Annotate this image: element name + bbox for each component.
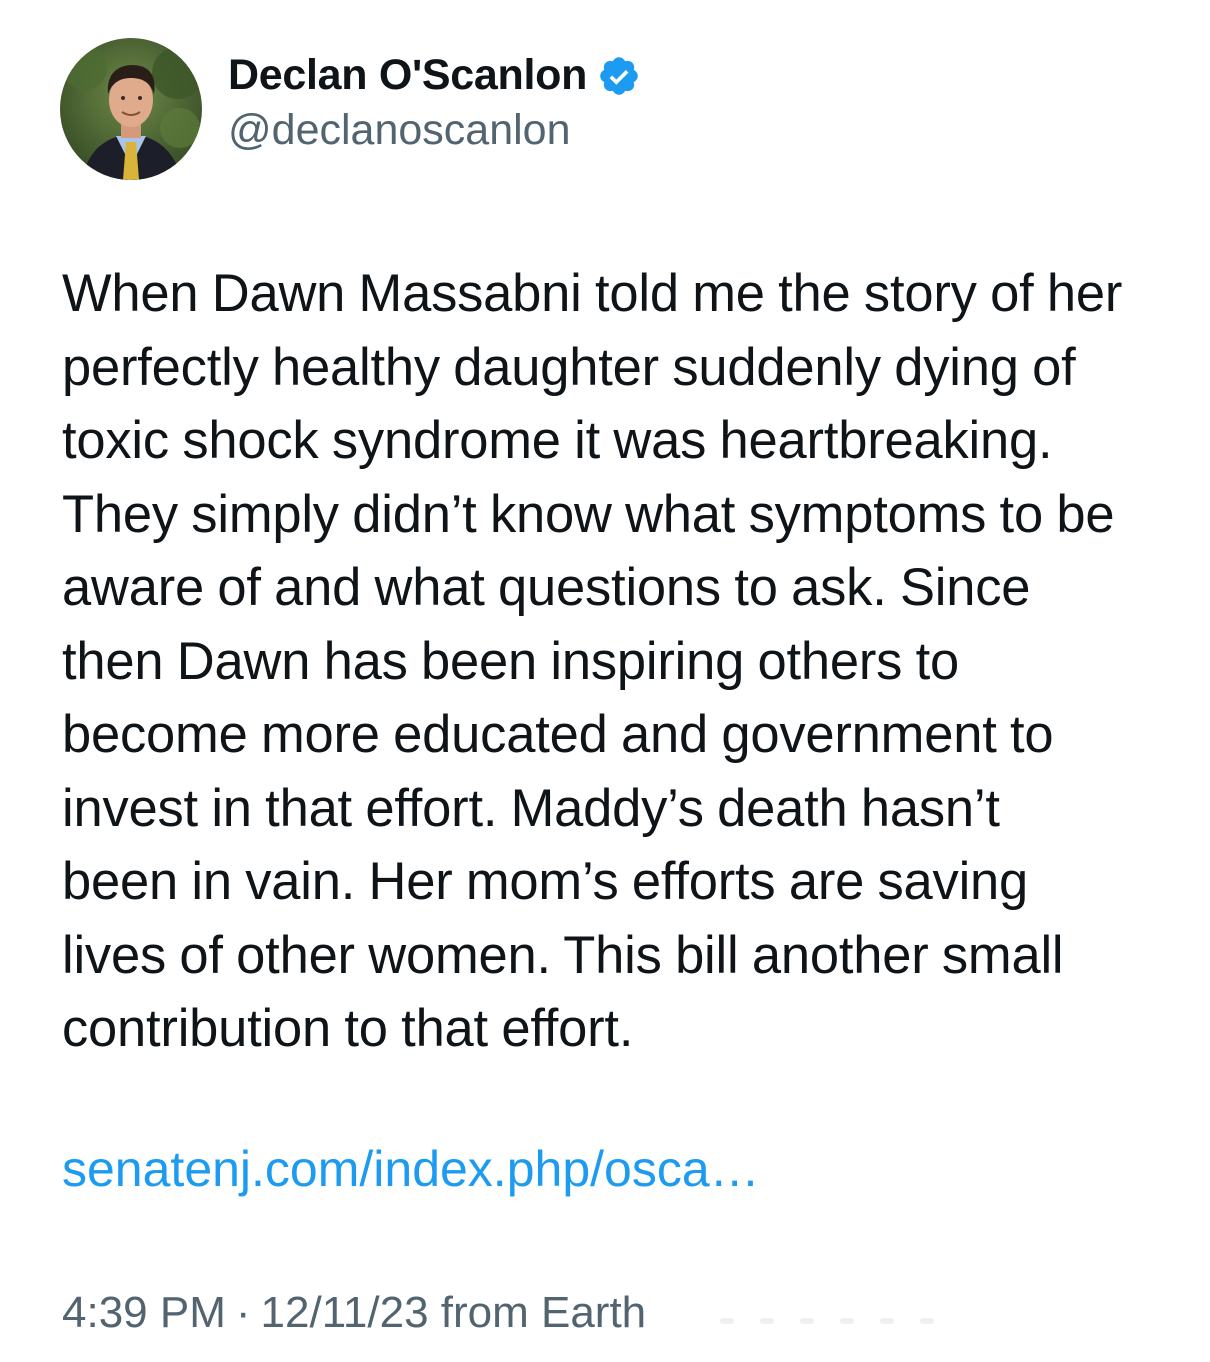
faint-mark xyxy=(840,1318,854,1324)
tweet-date-source[interactable]: 12/11/23 from Earth xyxy=(261,1288,647,1337)
tweet-text-line: perfectly healthy daughter suddenly dyin… xyxy=(62,337,1076,397)
meta-separator: · xyxy=(235,1288,251,1337)
tweet-text-line: then Dawn has been inspiring others to xyxy=(62,631,959,691)
faint-mark xyxy=(920,1318,934,1324)
tweet-text-line: invest in that effort. Maddy’s death has… xyxy=(62,778,1000,838)
tweet-text: When Dawn Massabni told me the story of … xyxy=(62,257,1192,1066)
faint-artifact xyxy=(720,1318,934,1324)
tweet-text-line: been in vain. Her mom’s efforts are savi… xyxy=(62,852,1029,911)
tweet-text-line: contribution to that effort. xyxy=(62,999,634,1058)
tweet-text-line: toxic shock syndrome it was heartbreakin… xyxy=(62,411,1053,470)
author-display-name[interactable]: Declan O'Scanlon xyxy=(228,51,587,100)
faint-mark xyxy=(800,1318,814,1324)
tweet-text-line: aware of and what questions to ask. Sinc… xyxy=(62,558,1031,617)
tweet-link[interactable]: senatenj.com/index.php/osca… xyxy=(62,1140,760,1198)
faint-mark xyxy=(720,1318,734,1324)
faint-mark xyxy=(760,1318,774,1324)
tweet-text-line: lives of other women. This bill another … xyxy=(62,925,1064,985)
author-name-row[interactable]: Declan O'Scanlon xyxy=(228,51,641,100)
author-identity: Declan O'Scanlon @declanoscanlon xyxy=(228,51,641,155)
author-handle[interactable]: @declanoscanlon xyxy=(228,106,641,155)
tweet-header: Declan O'Scanlon @declanoscanlon xyxy=(60,38,641,180)
tweet-text-line: When Dawn Massabni told me the story of … xyxy=(62,264,1123,323)
tweet-card: Declan O'Scanlon @declanoscanlon When Da… xyxy=(0,0,1210,1362)
faint-mark xyxy=(880,1318,894,1324)
tweet-text-line: They simply didn’t know what symptoms to… xyxy=(62,484,1115,544)
tweet-text-line: become more educated and government to xyxy=(62,705,1054,764)
tweet-time[interactable]: 4:39 PM xyxy=(62,1288,226,1337)
author-avatar[interactable] xyxy=(60,38,202,180)
tweet-meta: 4:39 PM · 12/11/23 from Earth xyxy=(62,1288,646,1338)
avatar-photo-icon xyxy=(60,38,202,180)
verified-badge-icon xyxy=(597,54,641,98)
